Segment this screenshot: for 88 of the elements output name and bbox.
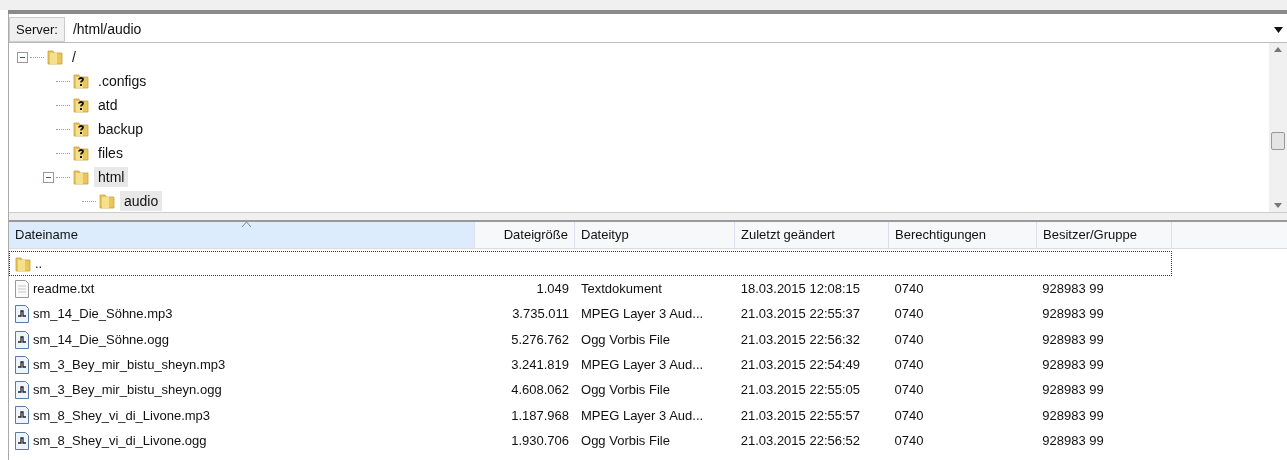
collapse-icon[interactable] [17,51,28,63]
server-label: Server: [9,17,65,42]
table-cell-text: 0740 [894,406,924,425]
table-cell-text: 3.241.819 [511,356,569,375]
scrollbar-thumb[interactable] [1271,132,1285,150]
column-header[interactable]: Dateigröße [475,222,575,248]
table-cell-text: 4.608.062 [511,381,569,400]
unknown-folder-icon [72,96,90,114]
tree-item[interactable]: audio [120,191,163,211]
folder-icon [72,168,90,186]
table-cell-text: 5.276.762 [511,330,569,349]
table-cell-text: 928983 99 [1042,356,1104,375]
table-cell-text: 21.03.2015 22:56:32 [740,330,861,349]
folder-icon [14,254,32,273]
table-cell-text: Textdokument [581,280,662,299]
file-row[interactable]: sm_8_Shey_vi_di_Livone.mp3 1.187.968 MPEG Layer 3 Aud... 21.03.2015 22:55:57 0740 928983 99 [9,402,1172,429]
table-cell-text: 21.03.2015 22:55:57 [740,406,861,425]
column-header[interactable]: Zuletzt geändert [735,222,889,248]
table-cell-text: 21.03.2015 22:54:49 [740,356,861,375]
tree-item[interactable]: / [68,47,80,67]
table-cell-text: sm_3_Bey_mir_bistu_sheyn.ogg [33,381,222,400]
unknown-folder-icon [72,120,90,138]
dropdown-arrow-icon[interactable] [1274,26,1283,33]
file-row[interactable]: .. [9,251,1172,277]
table-cell-text: MPEG Layer 3 Aud... [581,305,704,324]
text-file-icon [14,279,30,298]
audio-file-icon [14,381,30,400]
table-cell-text: 0740 [894,431,924,450]
audio-file-icon [14,431,30,450]
table-cell-text: Ogg Vorbis File [581,431,670,450]
table-cell-text: Ogg Vorbis File [581,381,670,400]
file-row[interactable]: sm_14_Die_Söhne.ogg 5.276.762 Ogg Vorbis File 21.03.2015 22:56:32 0740 928983 99 [9,326,1172,353]
unknown-folder-icon [72,72,90,90]
table-cell-text: 928983 99 [1042,431,1104,450]
collapse-icon[interactable] [43,171,54,183]
column-header[interactable]: Dateiname [9,222,475,248]
table-cell-text: 928983 99 [1042,330,1104,349]
scroll-up-icon[interactable] [1274,47,1282,52]
tree-item[interactable]: backup [94,119,148,139]
table-cell-text: 0740 [894,305,924,324]
table-cell-text: 0740 [894,330,924,349]
tree-item[interactable]: html [94,167,129,187]
file-row[interactable]: sm_8_Shey_vi_di_Livone.ogg 1.930.706 Ogg Vorbis File 21.03.2015 22:56:52 0740 928983 99 [9,428,1172,454]
splitter-bar[interactable] [9,213,1287,222]
table-cell-text: MPEG Layer 3 Aud... [581,356,704,375]
audio-file-icon [14,406,30,425]
table-cell-text: 18.03.2015 12:08:15 [740,280,861,299]
tree-item[interactable]: .configs [94,71,151,91]
column-header[interactable]: Besitzer/Gruppe [1037,222,1172,248]
table-cell-text: MPEG Layer 3 Aud... [581,406,704,425]
unknown-folder-icon [72,144,90,162]
table-cell-text: 1.049 [536,280,569,299]
table-cell-text: sm_8_Shey_vi_di_Livone.ogg [33,431,207,450]
column-header[interactable]: Dateityp [575,222,735,248]
audio-file-icon [14,355,30,374]
audio-file-icon [14,330,30,349]
file-row[interactable]: sm_14_Die_Söhne.mp3 3.735.011 MPEG Layer 3 Aud... 21.03.2015 22:55:37 0740 928983 99 [9,301,1172,327]
table-cell-text: 928983 99 [1042,305,1104,324]
table-cell-text: 21.03.2015 22:55:37 [740,305,861,324]
scrollbar[interactable] [1269,43,1287,212]
table-cell-text: sm_8_Shey_vi_di_Livone.mp3 [33,406,211,425]
table-cell-text: 3.735.011 [512,305,569,324]
table-cell-text: readme.txt [33,280,95,299]
tree-item[interactable]: atd [94,95,122,115]
tree-item[interactable]: files [94,143,127,163]
column-header[interactable]: Berechtigungen [889,222,1037,248]
table-cell-text: 928983 99 [1042,280,1104,299]
table-cell-text: 1.187.968 [511,406,569,425]
folder-icon [46,48,64,66]
scroll-down-icon[interactable] [1274,203,1282,208]
table-cell-text: Ogg Vorbis File [581,330,670,349]
table-cell-text: 0740 [894,356,924,375]
file-row[interactable]: sm_3_Bey_mir_bistu_sheyn.ogg 4.608.062 Ogg Vorbis File 21.03.2015 22:55:05 0740 928983 99 [9,377,1172,403]
folder-icon [98,192,116,210]
table-cell-text: .. [35,254,43,273]
file-row[interactable]: sm_3_Bey_mir_bistu_sheyn.mp3 3.241.819 MPEG Layer 3 Aud... 21.03.2015 22:54:49 0740 928983 99 [9,352,1172,378]
table-cell-text: 21.03.2015 22:55:05 [740,381,861,400]
table-cell-text: 928983 99 [1042,381,1104,400]
table-cell-text: sm_3_Bey_mir_bistu_sheyn.mp3 [33,356,226,375]
audio-file-icon [14,305,30,324]
table-cell-text: 0740 [894,381,924,400]
table-cell-text: 0740 [894,280,924,299]
table-cell-text: sm_14_Die_Söhne.ogg [33,330,169,349]
table-cell-text: 21.03.2015 22:56:52 [740,431,861,450]
file-row[interactable]: readme.txt 1.049 Textdokument 18.03.2015 12:08:15 0740 928983 99 [9,276,1172,302]
table-cell-text: 1.930.706 [511,431,569,450]
table-cell-text: sm_14_Die_Söhne.mp3 [33,305,173,324]
table-cell-text: 928983 99 [1042,406,1104,425]
